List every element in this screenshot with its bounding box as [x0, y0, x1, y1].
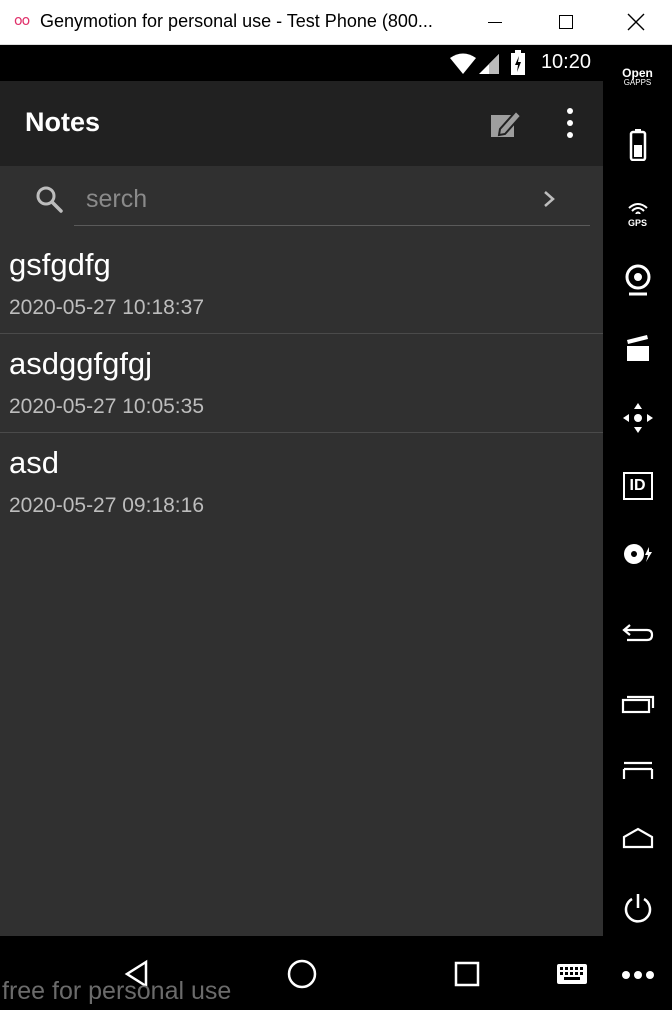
- toolbar-home-button[interactable]: [603, 813, 672, 863]
- edit-note-icon: [491, 109, 523, 137]
- overflow-menu-button[interactable]: [556, 103, 584, 143]
- minimize-icon: [488, 21, 502, 23]
- notes-list: gsfgdfg 2020-05-27 10:18:37 asdggfgfgj 2…: [0, 235, 603, 532]
- maximize-button[interactable]: [530, 0, 602, 44]
- more-button[interactable]: [603, 950, 672, 1000]
- home-icon: [287, 959, 317, 989]
- list-item[interactable]: gsfgdfg 2020-05-27 10:18:37: [0, 235, 603, 334]
- search-icon: [36, 186, 63, 213]
- close-icon: [627, 13, 645, 31]
- more-vert-icon: [567, 108, 573, 114]
- menu-button[interactable]: [603, 745, 672, 795]
- battery-icon: [629, 129, 646, 161]
- nav-keyboard-button[interactable]: [552, 954, 592, 994]
- search-bar: [0, 166, 603, 232]
- toolbar-back-button[interactable]: [603, 608, 672, 658]
- opengapps-button[interactable]: Open GAPPS: [603, 53, 672, 103]
- chevron-right-icon[interactable]: [538, 184, 562, 214]
- gps-icon: GPS: [627, 199, 649, 228]
- disk-icon: [623, 544, 652, 564]
- power-icon: [624, 894, 651, 923]
- identifiers-icon: ID: [622, 472, 653, 500]
- dpad-button[interactable]: [603, 393, 672, 443]
- note-timestamp: 2020-05-27 09:18:16: [9, 494, 204, 517]
- note-timestamp: 2020-05-27 10:05:35: [9, 395, 204, 418]
- more-icon: [621, 971, 654, 979]
- nav-home-button[interactable]: [282, 954, 322, 994]
- power-button[interactable]: [603, 883, 672, 933]
- keyboard-icon: [557, 964, 587, 984]
- webcam-button[interactable]: [603, 255, 672, 305]
- identifiers-button[interactable]: ID: [603, 461, 672, 511]
- status-bar: 10:20: [0, 45, 603, 81]
- recents-icon: [454, 961, 480, 987]
- back-icon: [621, 624, 653, 642]
- battery-button[interactable]: [603, 120, 672, 170]
- home-icon: [622, 827, 653, 849]
- window-title-bar: oo Genymotion for personal use - Test Ph…: [0, 0, 672, 45]
- phone-screen: 10:20 Notes gsfgdfg 2020-05-27 10:: [0, 45, 603, 936]
- gps-button[interactable]: GPS: [603, 188, 672, 238]
- window-title: Genymotion for personal use - Test Phone…: [40, 11, 433, 31]
- capture-icon: [626, 335, 649, 361]
- list-item[interactable]: asdggfgfgj 2020-05-27 10:05:35: [0, 334, 603, 433]
- nav-recents-button[interactable]: [447, 954, 487, 994]
- note-title: gsfgdfg: [9, 247, 111, 282]
- webcam-icon: [625, 264, 650, 296]
- app-bar: Notes: [0, 81, 603, 166]
- opengapps-icon: Open GAPPS: [622, 66, 653, 87]
- signal-icon: [479, 54, 499, 74]
- search-input[interactable]: [74, 178, 544, 220]
- note-title: asdggfgfgj: [9, 346, 153, 381]
- genymotion-logo-icon: oo: [14, 13, 30, 29]
- disk-button[interactable]: [603, 529, 672, 579]
- minimize-button[interactable]: [459, 0, 531, 44]
- list-item[interactable]: asd 2020-05-27 09:18:16: [0, 433, 603, 532]
- close-button[interactable]: [600, 0, 672, 44]
- status-time: 10:20: [540, 51, 591, 73]
- recent-apps-button[interactable]: [603, 678, 672, 728]
- search-underline: [74, 225, 590, 226]
- maximize-icon: [559, 15, 573, 29]
- app-title: Notes: [25, 107, 101, 137]
- note-title: asd: [9, 445, 59, 480]
- menu-icon: [622, 761, 653, 779]
- emulator-toolbar: Open GAPPS GPS ID: [603, 45, 672, 1010]
- watermark-text: free for personal use: [2, 977, 232, 1005]
- note-timestamp: 2020-05-27 10:18:37: [9, 296, 204, 319]
- capture-button[interactable]: [603, 323, 672, 373]
- new-note-button[interactable]: [486, 105, 526, 141]
- dpad-icon: [622, 403, 653, 433]
- recent-apps-icon: [621, 695, 654, 714]
- wifi-icon: [450, 53, 476, 74]
- battery-icon: [511, 50, 525, 75]
